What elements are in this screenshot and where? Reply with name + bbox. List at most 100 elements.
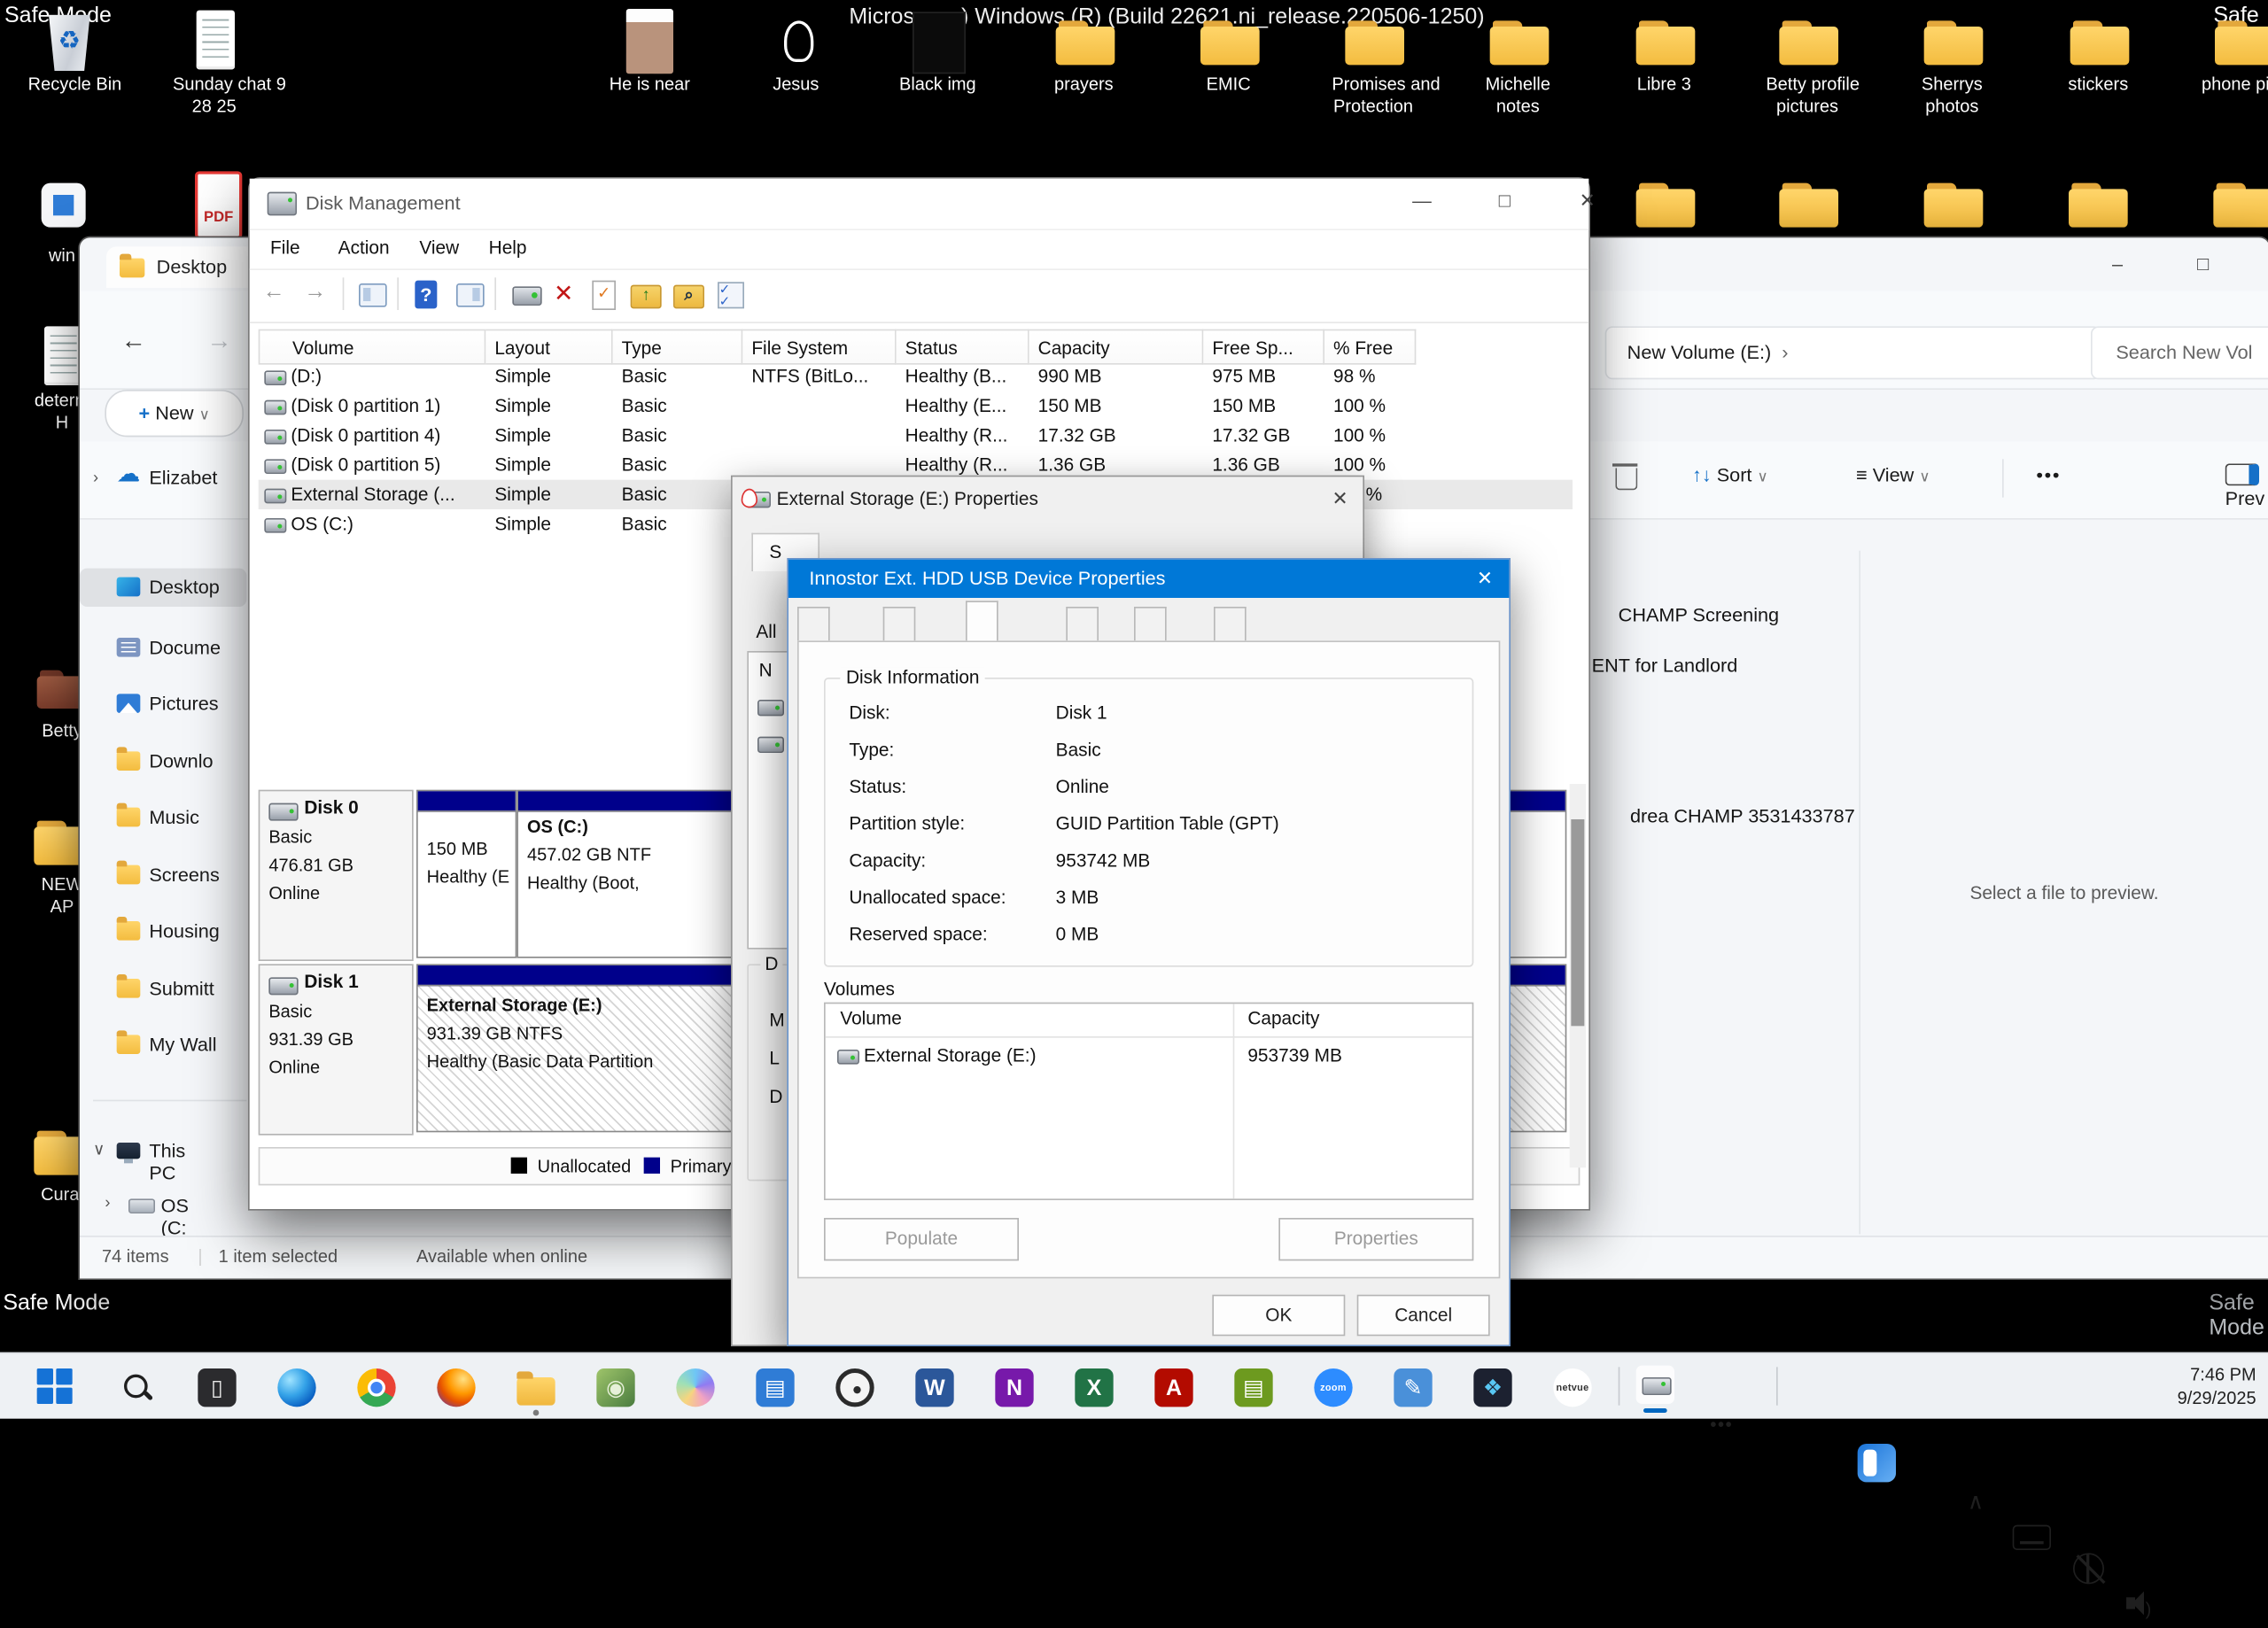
minimize-button[interactable]: — <box>1400 189 1444 211</box>
menu-help[interactable]: Help <box>489 237 527 258</box>
onenote-icon[interactable]: N <box>995 1368 1033 1407</box>
phone-link-icon[interactable]: ▯ <box>198 1368 236 1407</box>
document-icon[interactable]: Sunday chat 9 28 25 <box>173 9 255 118</box>
new-button[interactable]: + New ∨ <box>105 390 244 437</box>
sidebar-item-desktop[interactable]: Desktop <box>80 569 246 607</box>
tab-volumes[interactable] <box>966 601 998 640</box>
breadcrumb[interactable]: New Volume (E:) › <box>1605 326 2101 379</box>
tray-chevron-icon[interactable]: ∧ <box>1956 1482 1994 1520</box>
recycle-bin-icon[interactable]: Recycle Bin <box>28 9 111 96</box>
volume-row[interactable]: (D:)Simple BasicNTFS (BitLo... Healthy (… <box>259 361 1573 391</box>
folder-icon[interactable]: stickers <box>2057 9 2140 96</box>
disk-management-taskbar-icon[interactable] <box>1636 1366 1674 1404</box>
folder-icon[interactable] <box>1766 171 1848 236</box>
help-icon[interactable]: ? <box>415 281 437 309</box>
forward-icon[interactable]: → <box>304 279 326 308</box>
folder-icon[interactable]: Betty profile pictures <box>1766 9 1848 118</box>
properties-button[interactable]: Properties <box>1278 1218 1473 1260</box>
folder-icon[interactable]: Sherrys photos <box>1911 9 1993 118</box>
delete-volume-icon[interactable]: ✕ <box>554 279 573 308</box>
folder-icon[interactable]: EMIC <box>1187 9 1270 96</box>
partition-efi[interactable]: 150 MB Healthy (E <box>416 790 517 958</box>
pdf-icon[interactable] <box>173 171 255 236</box>
tab-events[interactable] <box>1214 607 1247 640</box>
sort-button[interactable]: ↑↓ Sort ∨ <box>1692 463 1768 485</box>
back-icon[interactable]: ← <box>263 279 285 308</box>
file-explorer-icon[interactable] <box>517 1376 555 1405</box>
folder-icon[interactable]: Libre 3 <box>1623 9 1705 96</box>
menu-file[interactable]: File <box>270 237 300 258</box>
disc-utility-icon[interactable] <box>835 1368 874 1407</box>
tab-general[interactable] <box>797 607 830 640</box>
view-button[interactable]: ≡ View ∨ <box>1856 463 1930 485</box>
forward-icon[interactable]: → <box>206 326 231 355</box>
more-options-button[interactable]: ••• <box>2036 463 2061 485</box>
change-drive-letter-icon[interactable] <box>512 286 541 306</box>
folder-icon[interactable]: Promises and Protection <box>1332 9 1414 118</box>
table-header[interactable]: VolumeLayout TypeFile System StatusCapac… <box>259 329 1573 359</box>
menu-view[interactable]: View <box>419 237 459 258</box>
mark-partition-icon[interactable]: ✓ <box>592 281 616 310</box>
edge-icon[interactable] <box>277 1368 315 1407</box>
open-folder-icon[interactable]: ↑ <box>631 285 662 309</box>
properties-icon[interactable]: ✓✓ <box>718 282 744 308</box>
file-item[interactable]: ENT for Landlord <box>1592 654 1738 676</box>
search-icon[interactable] <box>118 1368 156 1407</box>
folder-icon[interactable]: prayers <box>1043 9 1125 96</box>
console-tree-icon[interactable] <box>359 283 387 307</box>
scrollbar[interactable] <box>1570 784 1586 1167</box>
start-button[interactable] <box>35 1367 77 1408</box>
close-icon[interactable]: ✕ <box>1332 487 1348 511</box>
volumes-table[interactable]: Volume Capacity External Storage (E:) 95… <box>824 1003 1473 1200</box>
disk0-panel[interactable]: Disk 0 Basic 476.81 GB Online <box>259 790 414 961</box>
volume-icon[interactable]: ) <box>2124 1590 2162 1628</box>
image-icon[interactable]: Jesus <box>755 9 837 96</box>
maximize-button[interactable]: □ <box>2181 252 2225 275</box>
bible-app-icon[interactable]: ▤ <box>1234 1368 1272 1407</box>
image-icon[interactable]: Black img <box>897 9 979 96</box>
minimize-button[interactable]: – <box>2095 252 2140 275</box>
action-pane-icon[interactable] <box>456 283 485 307</box>
copilot-icon[interactable] <box>676 1368 714 1407</box>
zoom-icon[interactable]: zoom <box>1314 1368 1352 1407</box>
photo-icon[interactable]: He is near <box>609 9 691 96</box>
ok-button[interactable]: OK <box>1212 1295 1345 1337</box>
word-icon[interactable]: W <box>915 1368 953 1407</box>
settings-app-icon[interactable]: ▤ <box>756 1368 794 1407</box>
chevron-down-icon[interactable]: ∨ <box>93 1140 105 1159</box>
chevron-icon[interactable]: › <box>93 459 98 497</box>
taskbar-more-icon[interactable]: ••• <box>1703 1406 1741 1444</box>
search-input[interactable]: Search New Vol <box>2091 326 2268 379</box>
tab-details[interactable] <box>1134 607 1167 640</box>
populate-button[interactable]: Populate <box>824 1218 1019 1260</box>
cancel-button[interactable]: Cancel <box>1357 1295 1490 1337</box>
firefox-icon[interactable] <box>437 1368 475 1407</box>
photos-app-icon[interactable]: ❖ <box>1473 1368 1511 1407</box>
acrobat-icon[interactable]: A <box>1154 1368 1192 1407</box>
tab-policies[interactable] <box>883 607 916 640</box>
folder-icon[interactable] <box>1623 171 1705 236</box>
back-icon[interactable]: ← <box>121 326 146 355</box>
preview-toggle[interactable]: Prev <box>2225 463 2268 509</box>
folder-icon[interactable] <box>1911 171 1993 236</box>
chrome-icon[interactable] <box>357 1368 395 1407</box>
folder-icon[interactable] <box>2200 171 2268 236</box>
volume-row[interactable]: (Disk 0 partition 4)Simple Basic Healthy… <box>259 421 1573 450</box>
excel-icon[interactable]: X <box>1075 1368 1113 1407</box>
network-icon[interactable] <box>2073 1553 2104 1584</box>
photo-editor-icon[interactable]: ✎ <box>1394 1368 1432 1407</box>
disk1-panel[interactable]: Disk 1 Basic 931.39 GB Online <box>259 964 414 1135</box>
close-button[interactable]: ✕ <box>1565 189 1610 213</box>
file-item[interactable]: drea CHAMP 3531433787 <box>1630 804 1855 826</box>
tab-driver[interactable] <box>1066 607 1099 640</box>
delete-icon[interactable] <box>1615 468 1637 494</box>
folder-icon[interactable] <box>2055 171 2138 236</box>
pinned-app-icon[interactable]: ◉ <box>596 1368 634 1407</box>
netvue-icon[interactable]: netvue <box>1553 1368 1591 1407</box>
maximize-button[interactable]: □ <box>1482 189 1526 211</box>
chevron-icon[interactable]: › <box>105 1194 110 1212</box>
explore-folder-icon[interactable]: ⌕ <box>673 285 704 309</box>
volume-row[interactable]: (Disk 0 partition 1)Simple Basic Healthy… <box>259 391 1573 421</box>
folder-icon[interactable]: Michelle notes <box>1477 9 1559 118</box>
close-icon[interactable]: ✕ <box>1477 567 1493 591</box>
